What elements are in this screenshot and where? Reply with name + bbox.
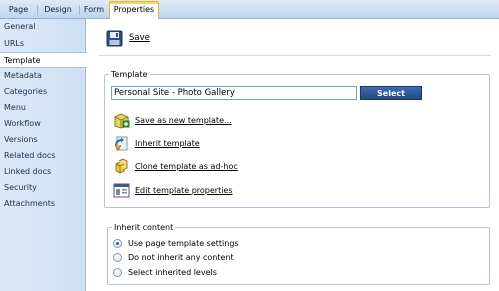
radio-button[interactable] bbox=[113, 252, 122, 262]
sidebar-item-template[interactable]: Template bbox=[0, 52, 87, 68]
save-template-icon bbox=[113, 112, 130, 129]
tab-design[interactable]: Design bbox=[37, 3, 79, 18]
save-as-new-template-link[interactable]: Save as new template... bbox=[113, 111, 232, 129]
clone-template-icon bbox=[113, 157, 130, 175]
edit-template-icon bbox=[113, 182, 130, 199]
floppy-disk-icon bbox=[106, 30, 123, 47]
tab-page[interactable]: Page bbox=[0, 3, 37, 18]
inherit-template-link[interactable]: Inherit template bbox=[113, 134, 200, 152]
toolbar-divider bbox=[99, 55, 491, 56]
radio-button-selected[interactable] bbox=[113, 238, 122, 248]
clone-template-label: Clone template as ad-hoc bbox=[135, 161, 238, 171]
tab-form[interactable]: Form bbox=[79, 3, 109, 18]
radio-do-not-inherit[interactable]: Do not inherit any content bbox=[113, 251, 234, 263]
sidebar-item-linked-docs[interactable]: Linked docs bbox=[0, 164, 86, 180]
sidebar-item-versions[interactable]: Versions bbox=[0, 132, 86, 148]
sidebar-item-menu[interactable]: Menu bbox=[0, 100, 86, 116]
radio-button[interactable] bbox=[113, 267, 122, 277]
sidebar-item-urls[interactable]: URLs bbox=[0, 36, 86, 52]
radio-select-inherited-levels[interactable]: Select inherited levels bbox=[113, 266, 217, 278]
inherit-template-icon bbox=[113, 135, 130, 152]
inherit-template-label: Inherit template bbox=[135, 138, 200, 148]
template-name-field[interactable] bbox=[111, 86, 357, 100]
sidebar-item-security[interactable]: Security bbox=[0, 180, 86, 196]
edit-template-properties-link[interactable]: Edit template properties bbox=[113, 181, 233, 199]
clone-template-link[interactable]: Clone template as ad-hoc bbox=[113, 157, 238, 175]
inherit-content-legend: Inherit content bbox=[114, 223, 174, 232]
tab-properties[interactable]: Properties bbox=[109, 1, 159, 19]
sidebar: General URLs Template Metadata Categorie… bbox=[0, 19, 87, 291]
sidebar-item-workflow[interactable]: Workflow bbox=[0, 116, 86, 132]
save-label: Save bbox=[129, 33, 150, 43]
sidebar-item-general[interactable]: General bbox=[0, 19, 86, 35]
sidebar-item-categories[interactable]: Categories bbox=[0, 84, 86, 100]
radio-label: Select inherited levels bbox=[128, 267, 217, 277]
tab-bar: Page Design Form Properties bbox=[0, 0, 499, 19]
edit-template-properties-label: Edit template properties bbox=[135, 185, 233, 195]
radio-use-page-template-settings[interactable]: Use page template settings bbox=[113, 237, 239, 249]
save-button[interactable]: Save bbox=[106, 29, 150, 47]
save-as-new-template-label: Save as new template... bbox=[135, 115, 232, 125]
select-template-button[interactable]: Select bbox=[360, 86, 422, 100]
sidebar-item-attachments[interactable]: Attachments bbox=[0, 196, 86, 212]
radio-label: Use page template settings bbox=[128, 238, 239, 248]
sidebar-item-metadata[interactable]: Metadata bbox=[0, 68, 86, 84]
template-legend: Template bbox=[111, 70, 148, 79]
sidebar-item-related-docs[interactable]: Related docs bbox=[0, 148, 86, 164]
radio-label: Do not inherit any content bbox=[128, 252, 234, 262]
